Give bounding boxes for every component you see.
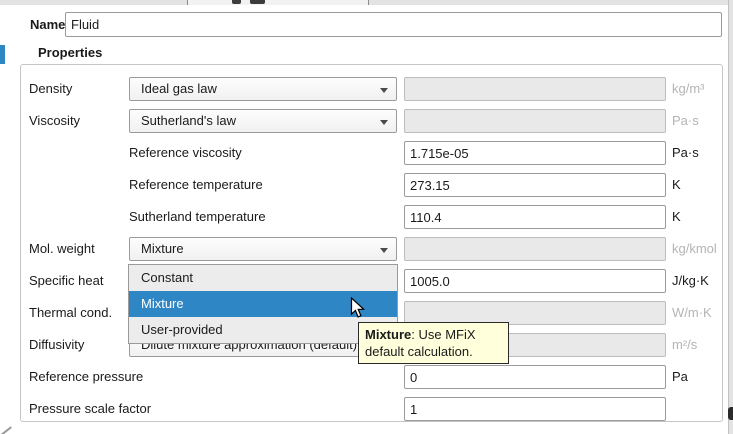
mol-weight-unit: kg/kmol	[672, 233, 717, 265]
reference-pressure-input[interactable]	[404, 365, 666, 389]
row-reference-viscosity: Reference viscosity Pa·s	[21, 137, 724, 169]
reference-temperature-label: Reference temperature	[129, 169, 263, 201]
cropped-toolbar-strip	[0, 0, 733, 5]
cropped-toolbar-icon	[250, 0, 265, 4]
row-reference-pressure: Reference pressure Pa	[21, 361, 724, 393]
viscosity-model-value: Sutherland's law	[141, 113, 236, 128]
viscosity-label: Viscosity	[29, 105, 80, 137]
sutherland-temperature-input[interactable]	[404, 205, 666, 229]
reference-pressure-label: Reference pressure	[29, 361, 143, 393]
density-unit: kg/m³	[672, 73, 705, 105]
name-label: Name	[30, 12, 65, 37]
reference-pressure-unit: Pa	[672, 361, 688, 393]
pressure-scale-factor-input[interactable]	[404, 397, 666, 421]
density-value-input	[404, 77, 666, 101]
density-label: Density	[29, 73, 72, 105]
specific-heat-unit: J/kg·K	[672, 265, 709, 297]
thermal-conductivity-label: Thermal cond.	[29, 297, 112, 329]
mixture-tooltip: Mixture: Use MFiX default calculation.	[358, 322, 509, 364]
mol-weight-model-value: Mixture	[141, 241, 184, 256]
mol-weight-value-input	[404, 237, 666, 261]
tooltip-term: Mixture	[365, 327, 411, 342]
reference-temperature-input[interactable]	[404, 173, 666, 197]
mol-weight-label: Mol. weight	[29, 233, 95, 265]
viscosity-model-dropdown[interactable]: Sutherland's law	[129, 109, 397, 133]
density-model-value: Ideal gas law	[141, 81, 217, 96]
row-sutherland-temperature: Sutherland temperature K	[21, 201, 724, 233]
pressure-scale-factor-label: Pressure scale factor	[29, 393, 151, 425]
cropped-edge-icon	[728, 407, 733, 420]
chevron-down-icon	[380, 248, 388, 253]
row-viscosity: Viscosity Sutherland's law Pa·s	[21, 105, 724, 137]
chevron-down-icon	[380, 88, 388, 93]
fluid-properties-pane: Name Properties Density Ideal gas law kg…	[0, 0, 733, 434]
mouse-cursor-icon	[350, 297, 365, 319]
cropped-toolbar-tab	[187, 0, 369, 5]
viscosity-unit: Pa·s	[672, 105, 699, 137]
cropped-corner-glyph	[0, 422, 12, 434]
reference-viscosity-unit: Pa·s	[672, 137, 699, 169]
name-input[interactable]	[65, 12, 722, 37]
dropdown-item-user-provided[interactable]: User-provided	[129, 317, 397, 343]
mol-weight-model-dropdown[interactable]: Mixture	[129, 237, 397, 261]
sutherland-temperature-unit: K	[672, 201, 681, 233]
row-pressure-scale-factor: Pressure scale factor	[21, 393, 724, 425]
chevron-down-icon	[380, 120, 388, 125]
row-density: Density Ideal gas law kg/m³	[21, 73, 724, 105]
specific-heat-input[interactable]	[404, 269, 666, 293]
reference-temperature-unit: K	[672, 169, 681, 201]
reference-viscosity-input[interactable]	[404, 141, 666, 165]
row-reference-temperature: Reference temperature K	[21, 169, 724, 201]
cropped-window-edge	[728, 0, 733, 434]
reference-viscosity-label: Reference viscosity	[129, 137, 242, 169]
diffusivity-label: Diffusivity	[29, 329, 84, 361]
sutherland-temperature-label: Sutherland temperature	[129, 201, 266, 233]
dropdown-item-constant[interactable]: Constant	[129, 265, 397, 291]
density-model-dropdown[interactable]: Ideal gas law	[129, 77, 397, 101]
row-mol-weight: Mol. weight Mixture kg/kmol	[21, 233, 724, 265]
section-accent-bar	[0, 45, 5, 64]
cropped-toolbar-icon	[232, 0, 241, 4]
diffusivity-unit: m²/s	[672, 329, 697, 361]
viscosity-value-input	[404, 109, 666, 133]
properties-groupbox: Density Ideal gas law kg/m³ Viscosity Su…	[20, 64, 723, 422]
specific-heat-label: Specific heat	[29, 265, 103, 297]
thermal-conductivity-unit: W/m·K	[672, 297, 712, 329]
section-title: Properties	[38, 43, 102, 63]
